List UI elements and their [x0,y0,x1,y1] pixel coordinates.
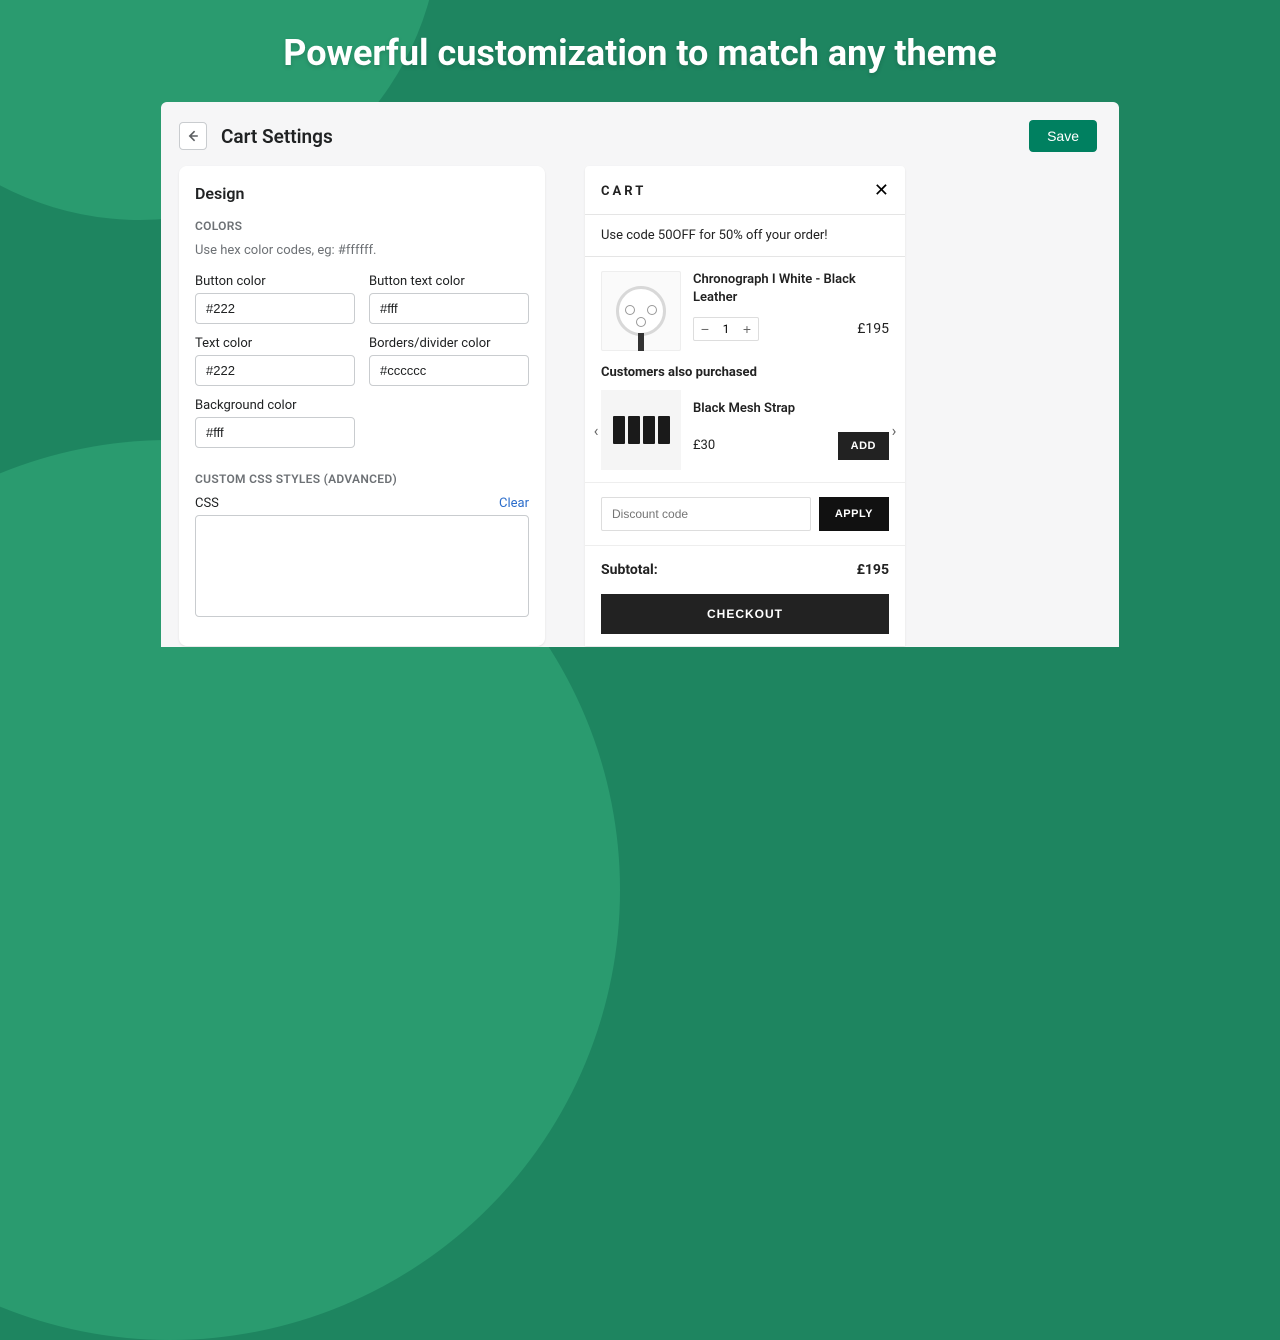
quantity-stepper: − 1 + [693,317,759,341]
checkout-button[interactable]: CHECKOUT [601,594,889,634]
add-upsell-button[interactable]: ADD [838,432,889,460]
text-color-label: Text color [195,336,355,351]
design-card: Design COLORS Use hex color codes, eg: #… [179,166,545,646]
qty-decrease-button[interactable]: − [694,318,716,340]
qty-value: 1 [716,322,736,336]
upsell-title: Customers also purchased [601,365,889,380]
cart-preview: CART ✕ Use code 50OFF for 50% off your o… [585,166,905,646]
promo-message: Use code 50OFF for 50% off your order! [585,215,905,257]
cart-title: CART [601,184,646,199]
button-color-input[interactable] [195,293,355,324]
discount-code-input[interactable] [601,497,811,531]
border-color-input[interactable] [369,355,529,386]
chevron-left-icon: ‹ [594,421,599,440]
upsell-name: Black Mesh Strap [693,401,889,416]
css-label: CSS [195,496,219,511]
close-icon: ✕ [874,180,889,201]
button-color-label: Button color [195,274,355,289]
item-price: £195 [857,321,889,337]
upsell-price: £30 [693,438,715,453]
save-button[interactable]: Save [1029,120,1097,152]
background-color-input[interactable] [195,417,355,448]
minus-icon: − [701,321,709,337]
colors-help: Use hex color codes, eg: #ffffff. [195,243,529,258]
plus-icon: + [743,321,751,337]
text-color-input[interactable] [195,355,355,386]
button-text-color-label: Button text color [369,274,529,289]
carousel-next-button[interactable]: › [885,421,903,439]
item-name: Chronograph I White - Black Leather [693,271,889,307]
css-section-label: CUSTOM CSS STYLES (ADVANCED) [195,472,529,486]
settings-panel: Cart Settings Save Design COLORS Use hex… [161,102,1119,647]
product-image [601,271,681,351]
close-cart-button[interactable]: ✕ [874,182,889,200]
design-heading: Design [195,184,529,203]
page-title: Cart Settings [221,125,333,148]
border-color-label: Borders/divider color [369,336,529,351]
back-button[interactable] [179,122,207,150]
carousel-prev-button[interactable]: ‹ [587,421,605,439]
clear-css-link[interactable]: Clear [499,496,529,511]
upsell-image [601,390,681,470]
topbar: Cart Settings Save [161,102,1119,166]
background-color-label: Background color [195,398,355,413]
hero-title: Powerful customization to match any them… [0,0,1280,74]
qty-increase-button[interactable]: + [736,318,758,340]
apply-discount-button[interactable]: APPLY [819,497,889,531]
colors-label: COLORS [195,219,529,233]
arrow-left-icon [185,128,201,144]
subtotal-label: Subtotal: [601,562,658,578]
css-textarea[interactable] [195,515,529,617]
cart-item: Chronograph I White - Black Leather − 1 … [585,257,905,365]
chevron-right-icon: › [892,421,897,440]
button-text-color-input[interactable] [369,293,529,324]
subtotal-value: £195 [857,562,889,578]
